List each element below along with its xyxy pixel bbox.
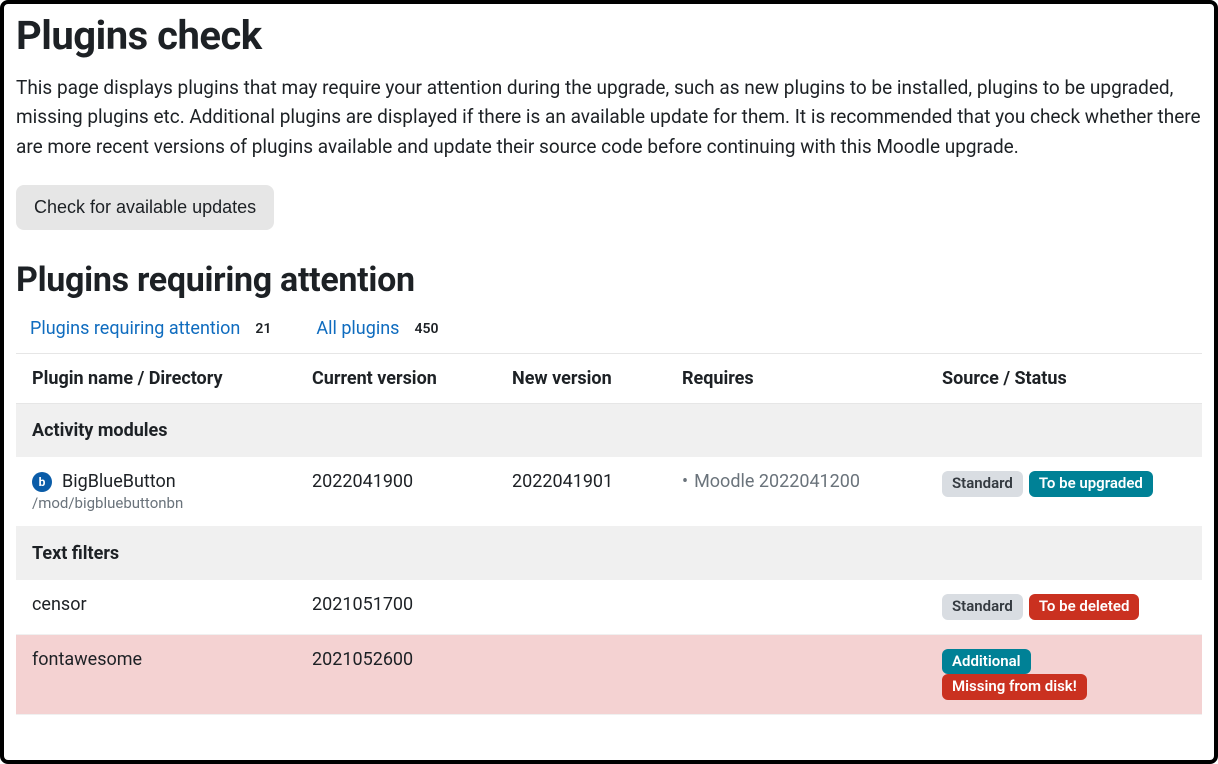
- status-pill: Missing from disk!: [942, 674, 1087, 700]
- cell-current-version: 2022041900: [296, 457, 496, 527]
- plugins-table: Plugin name / Directory Current version …: [16, 353, 1202, 715]
- intro-text: This page displays plugins that may requ…: [16, 73, 1202, 161]
- page-title: Plugins check: [16, 12, 1202, 59]
- filter-tabs: Plugins requiring attention 21 All plugi…: [16, 318, 1202, 353]
- cell-new-version: [496, 580, 666, 634]
- cell-name: fontawesome: [16, 634, 296, 714]
- status-pill: To be deleted: [1029, 594, 1140, 620]
- cell-status: AdditionalMissing from disk!: [926, 634, 1202, 714]
- cell-new-version: 2022041901: [496, 457, 666, 527]
- plugin-name: censor: [32, 594, 87, 615]
- th-name: Plugin name / Directory: [16, 354, 296, 404]
- cell-status: StandardTo be upgraded: [926, 457, 1202, 527]
- table-row: censor 2021051700 StandardTo be deleted: [16, 580, 1202, 634]
- section-header: Text filters: [16, 527, 1202, 581]
- section-header: Activity modules: [16, 404, 1202, 458]
- status-pill: To be upgraded: [1029, 471, 1153, 497]
- cell-requires: [666, 634, 926, 714]
- requires-text: Moodle 2022041200: [694, 471, 860, 492]
- plugin-name: fontawesome: [32, 649, 142, 670]
- plugin-name: BigBlueButton: [62, 471, 176, 492]
- cell-name: b BigBlueButton/mod/bigbluebuttonbn: [16, 457, 296, 527]
- plugin-directory: /mod/bigbluebuttonbn: [32, 494, 280, 512]
- count-badge: 450: [409, 320, 443, 338]
- filter-tab-all[interactable]: All plugins 450: [316, 318, 443, 339]
- th-req: Requires: [666, 354, 926, 404]
- th-current: Current version: [296, 354, 496, 404]
- count-badge: 21: [250, 320, 276, 338]
- filter-tab-label: All plugins: [316, 318, 399, 339]
- filter-tab-label: Plugins requiring attention: [30, 318, 240, 339]
- table-row: fontawesome 2021052600 AdditionalMissing f…: [16, 634, 1202, 714]
- th-status: Source / Status: [926, 354, 1202, 404]
- section-title: Plugins requiring attention: [16, 260, 1202, 300]
- cell-current-version: 2021051700: [296, 580, 496, 634]
- filter-tab-attention[interactable]: Plugins requiring attention 21: [30, 318, 276, 339]
- source-pill: Standard: [942, 594, 1023, 620]
- cell-current-version: 2021052600: [296, 634, 496, 714]
- source-pill: Standard: [942, 471, 1023, 497]
- plugin-icon: b: [32, 472, 52, 492]
- cell-status: StandardTo be deleted: [926, 580, 1202, 634]
- bullet-icon: •: [682, 471, 688, 492]
- table-row: b BigBlueButton/mod/bigbluebuttonbn 202204…: [16, 457, 1202, 527]
- cell-requires: • Moodle 2022041200: [666, 457, 926, 527]
- th-new: New version: [496, 354, 666, 404]
- cell-requires: [666, 580, 926, 634]
- cell-new-version: [496, 634, 666, 714]
- check-updates-button[interactable]: Check for available updates: [16, 185, 274, 230]
- source-pill: Additional: [942, 649, 1031, 675]
- cell-name: censor: [16, 580, 296, 634]
